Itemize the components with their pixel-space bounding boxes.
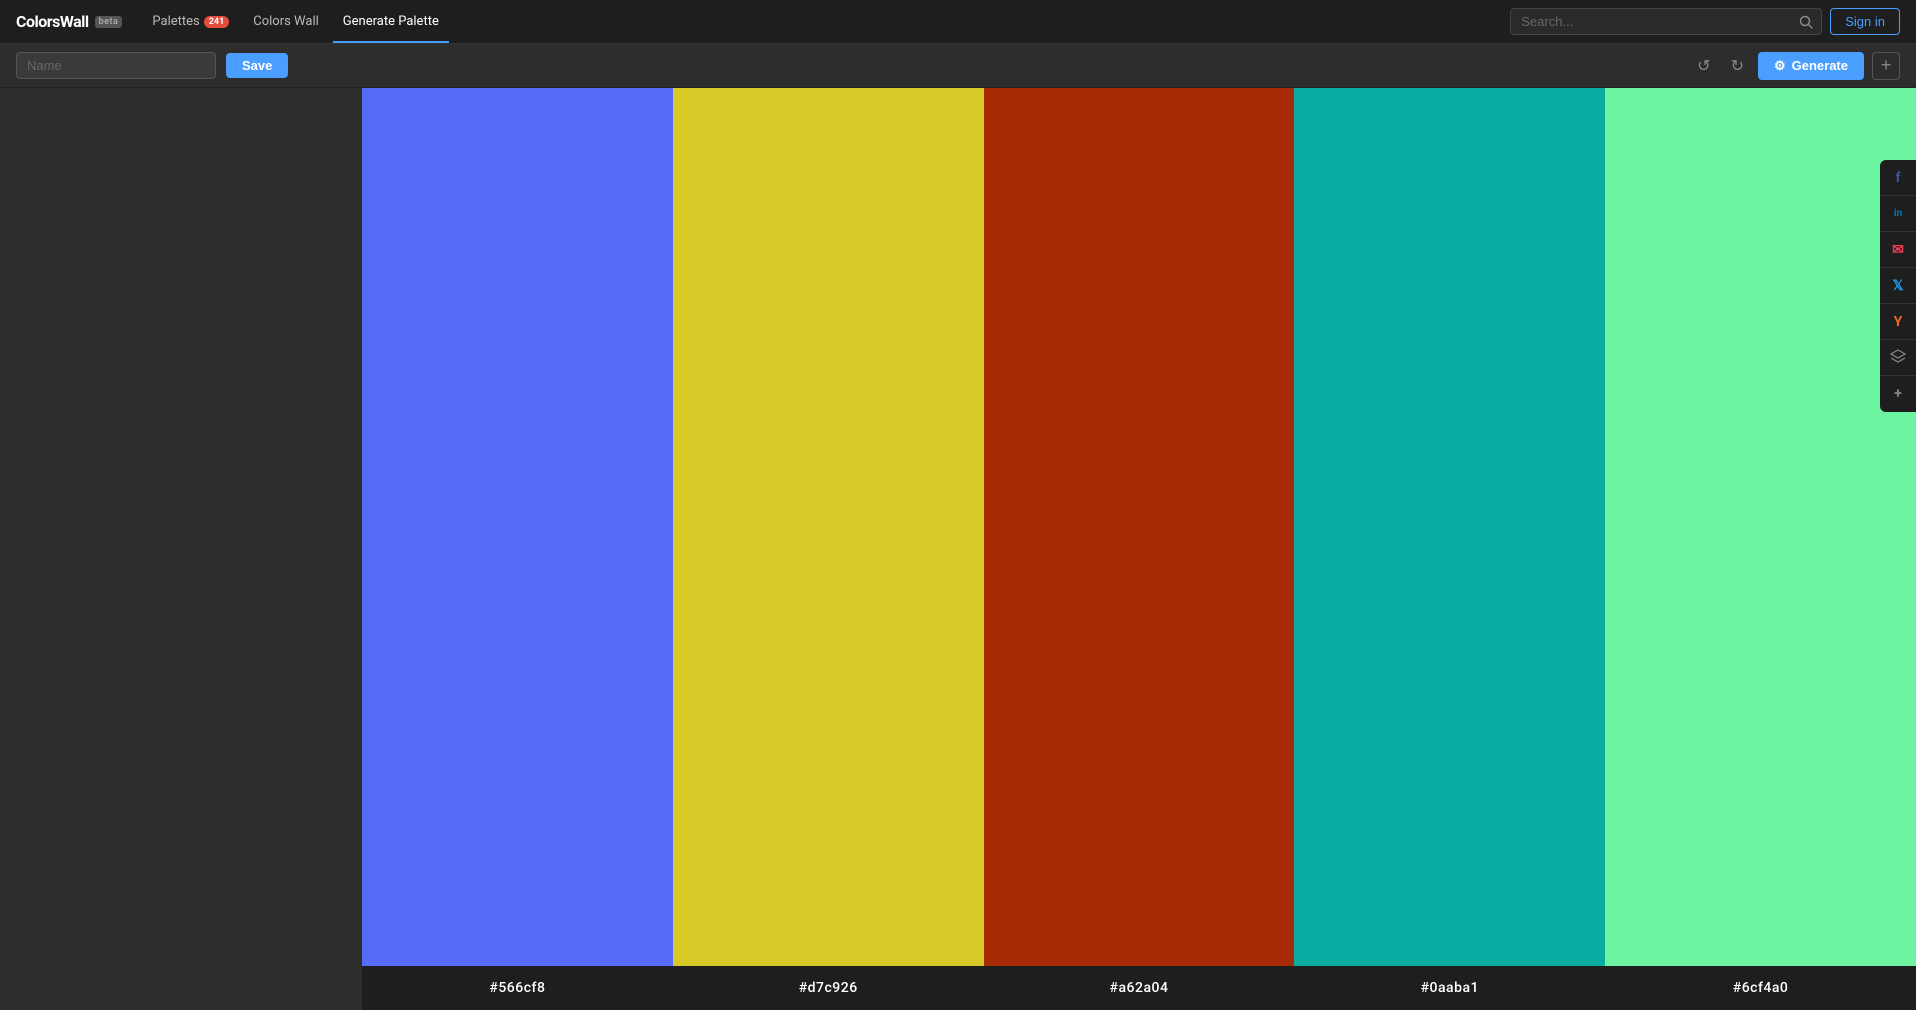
- social-yc[interactable]: Y: [1880, 304, 1916, 340]
- social-linkedin[interactable]: in: [1880, 196, 1916, 232]
- color-strip-4: #0aaba1: [1294, 88, 1605, 1010]
- color-label-5: #6cf4a0: [1605, 966, 1916, 1010]
- generate-icon: ⚙: [1774, 58, 1786, 74]
- nav-palettes-label: Palettes: [152, 14, 199, 29]
- color-strip-1: #566cf8: [362, 88, 673, 1010]
- linkedin-icon: in: [1894, 208, 1902, 219]
- color-block-4[interactable]: [1294, 88, 1605, 966]
- save-button[interactable]: Save: [226, 53, 288, 78]
- color-strip-2: #d7c926: [673, 88, 984, 1010]
- facebook-icon: f: [1895, 170, 1900, 186]
- nav-colors-wall-label: Colors Wall: [253, 14, 319, 29]
- search-input[interactable]: [1511, 9, 1791, 34]
- palette-area: #566cf8 #d7c926 #a62a04 #0aaba1 #6cf4a0: [0, 88, 1916, 1010]
- social-facebook[interactable]: f: [1880, 160, 1916, 196]
- social-sidebar: f in ✉ 𝕏 Y +: [1880, 160, 1916, 412]
- yc-icon: Y: [1894, 314, 1903, 330]
- palette-name-input[interactable]: [16, 52, 216, 79]
- toolbar-right: ↺ ↻ ⚙ Generate +: [1691, 52, 1900, 80]
- search-button[interactable]: [1791, 10, 1821, 34]
- color-label-2: #d7c926: [673, 966, 984, 1010]
- generate-button[interactable]: ⚙ Generate: [1758, 52, 1864, 80]
- color-label-4: #0aaba1: [1294, 966, 1605, 1010]
- nav-generate-palette[interactable]: Generate Palette: [333, 0, 449, 43]
- header-right: Sign in: [1510, 8, 1900, 35]
- nav: Palettes 241 Colors Wall Generate Palett…: [142, 0, 448, 43]
- generate-label: Generate: [1792, 58, 1848, 73]
- add-color-button[interactable]: +: [1872, 52, 1900, 80]
- color-strip-3: #a62a04: [984, 88, 1295, 1010]
- color-label-3: #a62a04: [984, 966, 1295, 1010]
- nav-generate-palette-label: Generate Palette: [343, 14, 439, 29]
- pocket-icon: ✉: [1892, 242, 1904, 258]
- color-block-1[interactable]: [362, 88, 673, 966]
- undo-button[interactable]: ↺: [1691, 52, 1716, 80]
- logo-area: ColorsWall beta: [16, 12, 122, 31]
- social-more[interactable]: +: [1880, 376, 1916, 412]
- more-icon: +: [1894, 386, 1902, 402]
- toolbar: Save ↺ ↻ ⚙ Generate +: [0, 44, 1916, 88]
- color-block-5[interactable]: [1605, 88, 1916, 966]
- nav-colors-wall[interactable]: Colors Wall: [243, 0, 329, 43]
- search-icon: [1799, 15, 1813, 29]
- color-strip-5: #6cf4a0: [1605, 88, 1916, 1010]
- color-block-2[interactable]: [673, 88, 984, 966]
- social-twitter[interactable]: 𝕏: [1880, 268, 1916, 304]
- logo-text: ColorsWall: [16, 12, 89, 31]
- sign-in-button[interactable]: Sign in: [1830, 8, 1900, 35]
- color-strips: #566cf8 #d7c926 #a62a04 #0aaba1 #6cf4a0: [362, 88, 1916, 1010]
- color-block-3[interactable]: [984, 88, 1295, 966]
- redo-button[interactable]: ↻: [1725, 52, 1750, 80]
- header: ColorsWall beta Palettes 241 Colors Wall…: [0, 0, 1916, 44]
- social-pocket[interactable]: ✉: [1880, 232, 1916, 268]
- twitter-icon: 𝕏: [1892, 278, 1903, 294]
- palettes-count-badge: 241: [204, 16, 230, 28]
- nav-palettes[interactable]: Palettes 241: [142, 0, 239, 43]
- search-container: [1510, 8, 1822, 35]
- layers-icon: [1890, 349, 1906, 367]
- social-layers[interactable]: [1880, 340, 1916, 376]
- left-empty-area: [0, 88, 362, 1010]
- color-label-1: #566cf8: [362, 966, 673, 1010]
- beta-badge: beta: [95, 16, 123, 28]
